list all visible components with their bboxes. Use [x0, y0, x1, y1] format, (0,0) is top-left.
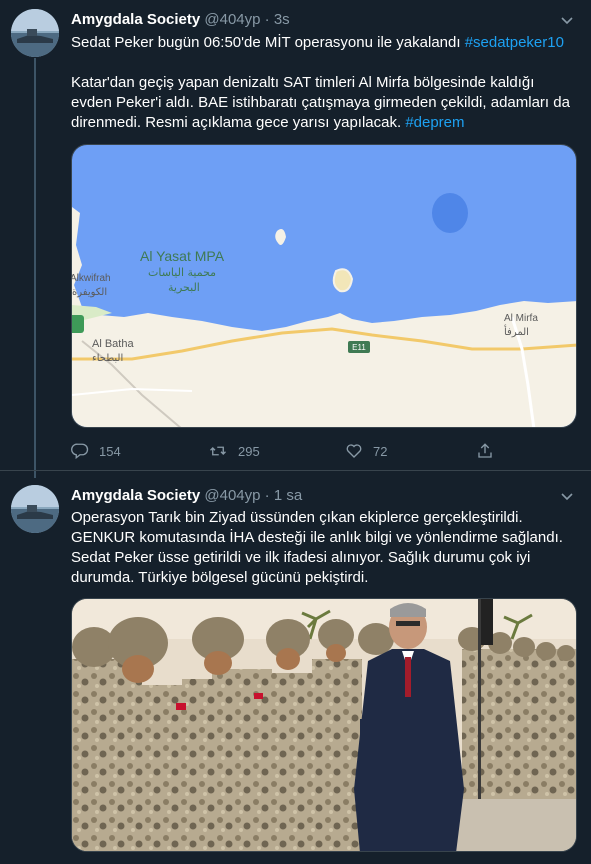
like-count: 72 [373, 443, 388, 459]
share-button[interactable] [476, 441, 494, 461]
retweet-icon [210, 446, 226, 456]
tweet-header: Amygdala Society @404yp · 1 sa [71, 486, 302, 506]
photo-image[interactable] [71, 598, 577, 852]
separator-dot: · [264, 11, 270, 28]
author-handle[interactable]: @404yp [204, 487, 260, 504]
author-handle[interactable]: @404yp [204, 11, 260, 28]
retweet-button[interactable]: 295 [208, 441, 260, 461]
tweet-text-line: Sedat Peker bugün 06:50'de MİT operasyon… [71, 33, 581, 53]
like-icon [346, 444, 362, 458]
tweet-timestamp[interactable]: 3s [274, 11, 290, 28]
map-label-mpa-ar: البحرية [168, 281, 200, 294]
map-label-batha-ar: البطحاء [92, 353, 123, 364]
tweet-actions: 154 295 72 [71, 441, 511, 463]
reply-icon [71, 443, 89, 460]
caret-down-icon[interactable] [557, 10, 577, 30]
tweet-body: Katar'dan geçiş yapan denizaltı SAT timl… [71, 73, 577, 133]
tweet-text: Sedat Peker bugün 06:50'de MİT operasyon… [71, 34, 465, 51]
map-label-town-ar: الكويفرة [72, 287, 107, 298]
retweet-count: 295 [238, 443, 260, 459]
road-label: E11 [352, 343, 366, 352]
caret-down-icon[interactable] [557, 486, 577, 506]
author-name[interactable]: Amygdala Society [71, 487, 200, 504]
tweet-body: Operasyon Tarık bin Ziyad üssünden çıkan… [71, 508, 579, 588]
hashtag-link[interactable]: #deprem [405, 114, 464, 131]
map-label-town: Alkwifrah [72, 273, 111, 284]
map-label-mpa: Al Yasat MPA [140, 248, 225, 264]
map-label-mpa-ar: محمية الياسات [148, 266, 216, 279]
map-label-batha: Al Batha [92, 338, 134, 350]
author-name[interactable]: Amygdala Society [71, 11, 200, 28]
tweet-text: Operasyon Tarık bin Ziyad üssünden çıkan… [71, 509, 563, 586]
hashtag-link[interactable]: #sedatpeker10 [465, 34, 564, 51]
share-icon [478, 443, 492, 458]
avatar[interactable] [11, 485, 59, 533]
separator-dot: · [264, 487, 270, 504]
tweet-timestamp[interactable]: 1 sa [274, 487, 302, 504]
avatar[interactable] [11, 9, 59, 57]
map-label-mirfa-ar: المرفأ [504, 324, 529, 338]
map-label-mirfa: Al Mirfa [504, 313, 538, 324]
reply-count: 154 [99, 443, 121, 459]
tweet-header: Amygdala Society @404yp · 3s [71, 10, 290, 30]
reply-button[interactable]: 154 [71, 441, 121, 461]
tweet-text: Katar'dan geçiş yapan denizaltı SAT timl… [71, 74, 570, 131]
like-button[interactable]: 72 [345, 441, 387, 461]
map-image[interactable]: E11 Al Yasat MPA محمية الياسات البحرية A… [71, 144, 577, 428]
